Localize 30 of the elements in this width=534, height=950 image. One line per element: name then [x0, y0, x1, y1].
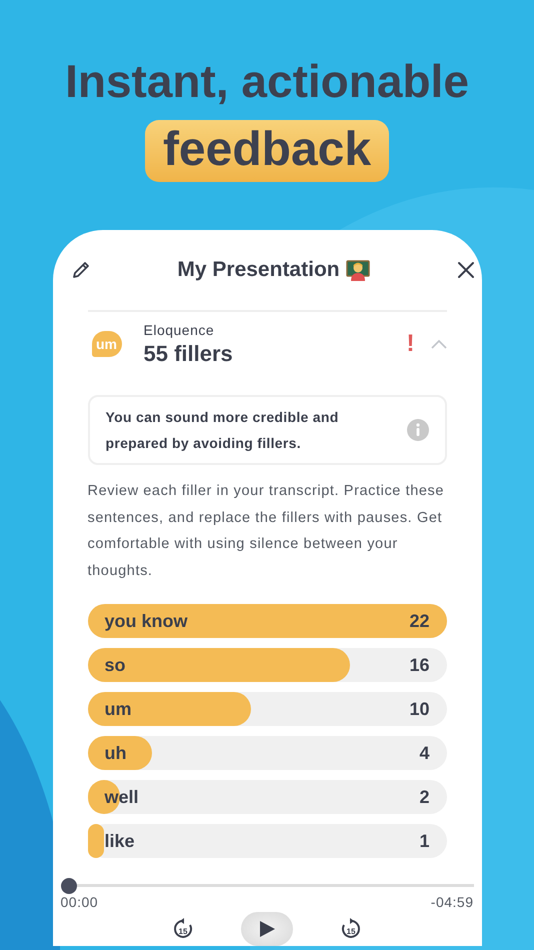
filler-count: 2	[419, 786, 430, 808]
edit-icon[interactable]	[70, 260, 90, 280]
skip-back-button[interactable]: 15	[171, 917, 195, 941]
play-button[interactable]	[241, 912, 293, 946]
section-label: Eloquence	[144, 322, 216, 338]
filler-count: 16	[409, 654, 430, 676]
skip-forward-button[interactable]: 15	[339, 917, 363, 941]
close-icon[interactable]	[456, 261, 474, 280]
filler-label: like	[104, 830, 135, 852]
filler-label: you know	[104, 610, 188, 632]
remaining-time: -04:59	[430, 894, 474, 910]
filler-label: uh	[104, 742, 126, 764]
card-title: My Presentation	[177, 258, 340, 282]
headline-highlight: feedback	[144, 120, 390, 182]
filler-count: 1	[419, 830, 430, 852]
tip-text: You can sound more credible and prepared by avoiding fillers.	[106, 408, 340, 453]
filler-count: 10	[409, 698, 430, 720]
filler-label: um	[104, 698, 132, 720]
headline-text: Instant, actionable	[65, 54, 469, 108]
filler-count: 22	[409, 610, 430, 632]
alert-mark: !	[406, 330, 414, 358]
speech-bubble-badge: um	[92, 331, 122, 358]
play-icon	[257, 919, 277, 939]
description-text: Review each filler in your transcript. Practice these sentences, and replace the fillers with pauses. Get comfortable with using silence between your thoughts.	[88, 482, 446, 580]
filler-total: 55 fillers	[144, 340, 234, 367]
filler-label: so	[104, 654, 126, 676]
seek-thumb[interactable]	[60, 878, 76, 894]
filler-count: 4	[419, 742, 430, 764]
elapsed-time: 00:00	[60, 894, 98, 910]
teacher-icon	[346, 259, 370, 282]
